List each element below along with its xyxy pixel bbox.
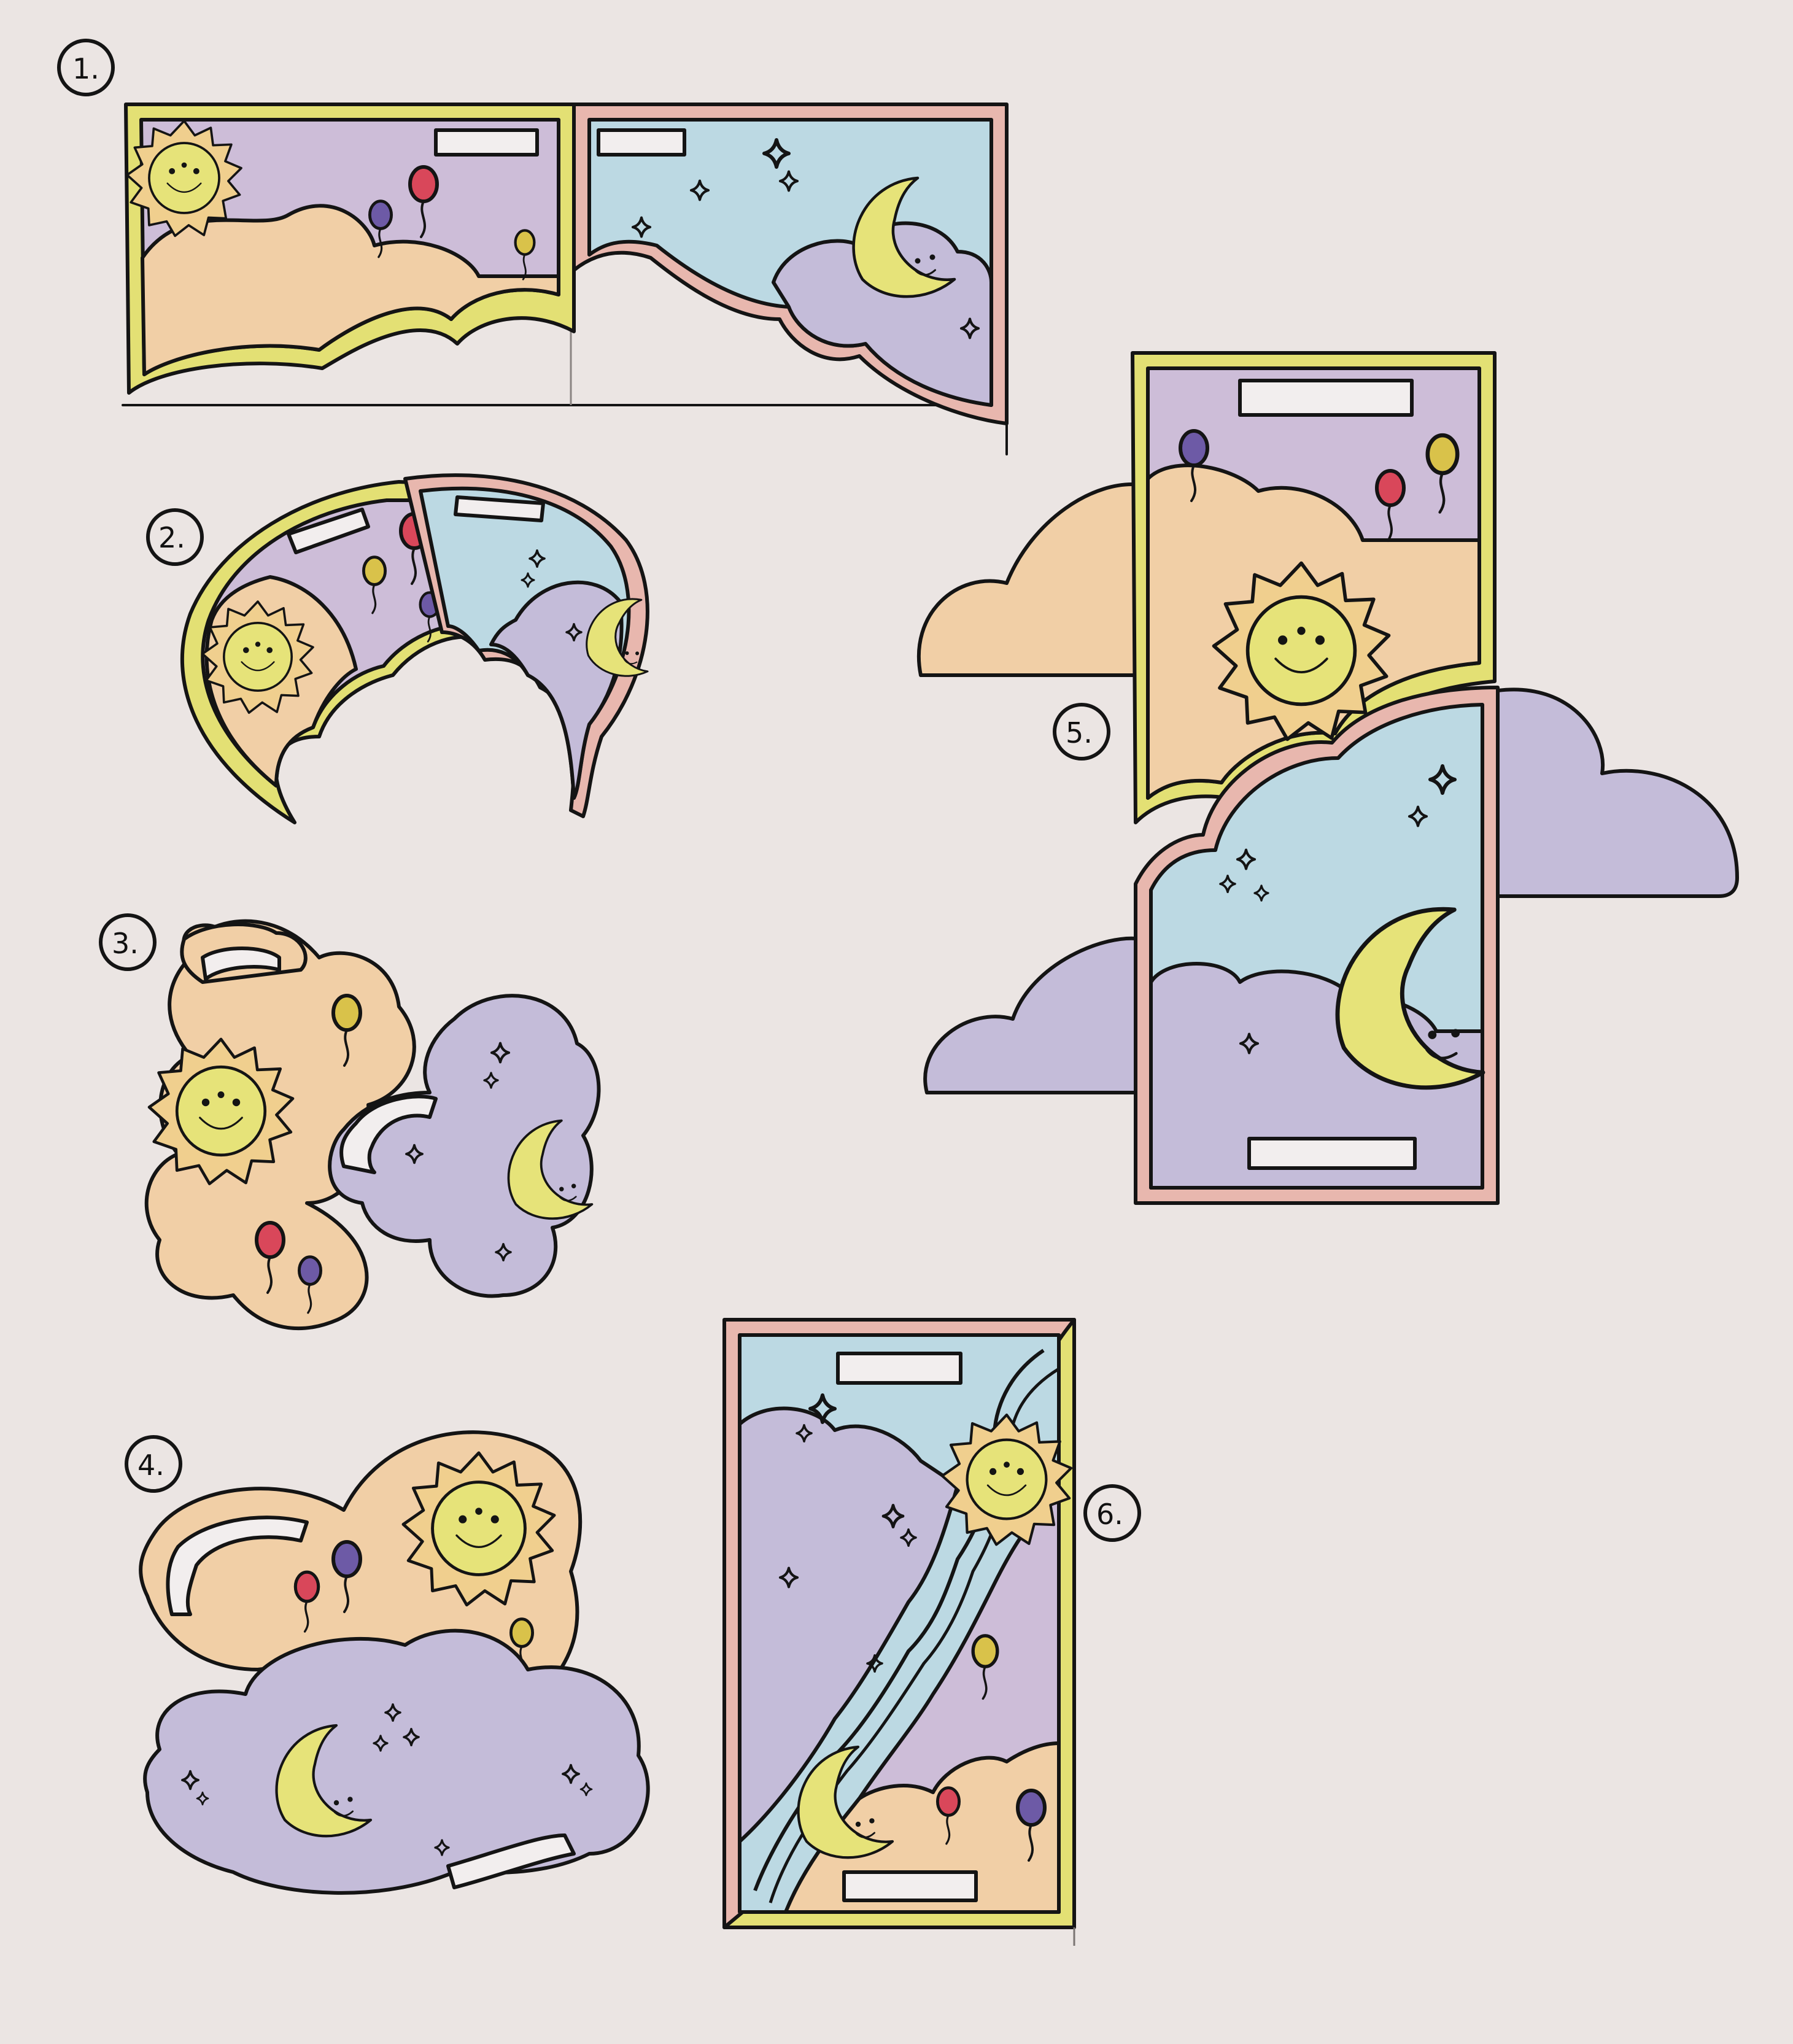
label-plate-icon bbox=[454, 495, 545, 522]
svg-text:5.: 5. bbox=[1066, 716, 1093, 749]
step-6-diagonal-frame bbox=[722, 1318, 1076, 1946]
svg-text:1.: 1. bbox=[72, 52, 99, 85]
svg-text:6.: 6. bbox=[1096, 1498, 1123, 1531]
step-1-number: 1. bbox=[57, 39, 115, 96]
step-4-cloud-cards bbox=[139, 1430, 650, 1895]
step-1-panoramic-frame bbox=[122, 103, 1009, 455]
step-2-arch-fold bbox=[180, 473, 666, 824]
svg-text:4.: 4. bbox=[137, 1449, 165, 1482]
step-5-stacked-frames bbox=[916, 351, 1739, 1205]
svg-text:2.: 2. bbox=[158, 521, 185, 554]
step-6-number: 6. bbox=[1083, 1484, 1141, 1542]
label-plate-icon bbox=[842, 1870, 978, 1902]
label-plate-icon bbox=[1247, 1137, 1417, 1170]
step-5-number: 5. bbox=[1053, 703, 1110, 761]
label-plate-icon bbox=[434, 128, 539, 157]
label-plate-icon bbox=[1238, 379, 1414, 417]
label-plate-icon bbox=[836, 1352, 962, 1385]
step-4-number: 4. bbox=[125, 1435, 182, 1493]
step-3-cloud-cards bbox=[144, 919, 601, 1331]
label-plate-icon bbox=[597, 128, 686, 157]
step-3-number: 3. bbox=[99, 913, 157, 971]
svg-text:3.: 3. bbox=[112, 927, 139, 960]
sketch-sheet: 1. 2. 3. 4. 5. 6. bbox=[57, 39, 1739, 1946]
step-2-number: 2. bbox=[146, 508, 204, 566]
